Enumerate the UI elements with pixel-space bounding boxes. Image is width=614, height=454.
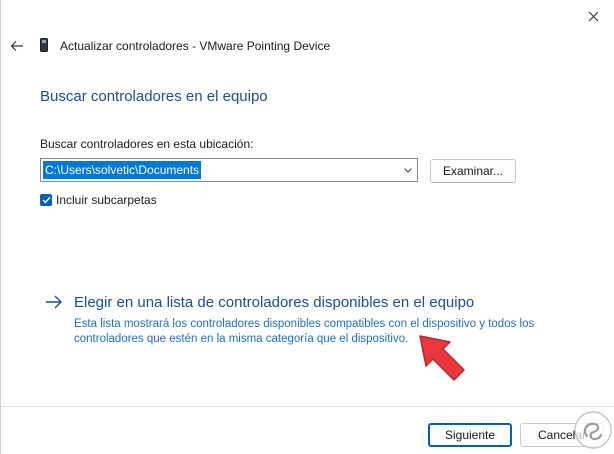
path-label: Buscar controladores en esta ubicación: xyxy=(40,137,254,151)
choose-driver-list-description: Esta lista mostrará los controladores di… xyxy=(74,318,535,345)
path-input-value[interactable]: C:\Users\solvetic\Documents xyxy=(43,161,202,179)
close-button[interactable] xyxy=(581,4,605,28)
checkmark-icon xyxy=(42,196,51,204)
update-drivers-window: Actualizar controladores - VMware Pointi… xyxy=(0,0,614,454)
close-icon xyxy=(588,11,598,21)
dialog-footer: Siguiente Cancelar xyxy=(1,406,614,454)
include-subfolders-label: Incluir subcarpetas xyxy=(56,193,157,207)
window-title: Actualizar controladores - VMware Pointi… xyxy=(60,39,331,53)
pointer-arrow-icon xyxy=(419,335,465,381)
watermark-logo-icon xyxy=(574,411,612,449)
chevron-down-icon[interactable] xyxy=(403,165,413,175)
right-arrow-icon[interactable] xyxy=(45,294,63,310)
choose-driver-list-link[interactable]: Elegir en una lista de controladores dis… xyxy=(74,294,474,311)
back-arrow-icon xyxy=(10,41,23,51)
back-button[interactable] xyxy=(7,36,27,56)
path-combobox[interactable]: C:\Users\solvetic\Documents xyxy=(40,158,418,182)
next-button[interactable]: Siguiente xyxy=(428,423,512,447)
device-icon xyxy=(40,38,48,52)
include-subfolders-checkbox[interactable] xyxy=(40,194,52,206)
include-subfolders-option[interactable]: Incluir subcarpetas xyxy=(40,193,157,207)
browse-button[interactable]: Examinar... xyxy=(430,159,516,183)
page-heading: Buscar controladores en el equipo xyxy=(40,88,268,105)
